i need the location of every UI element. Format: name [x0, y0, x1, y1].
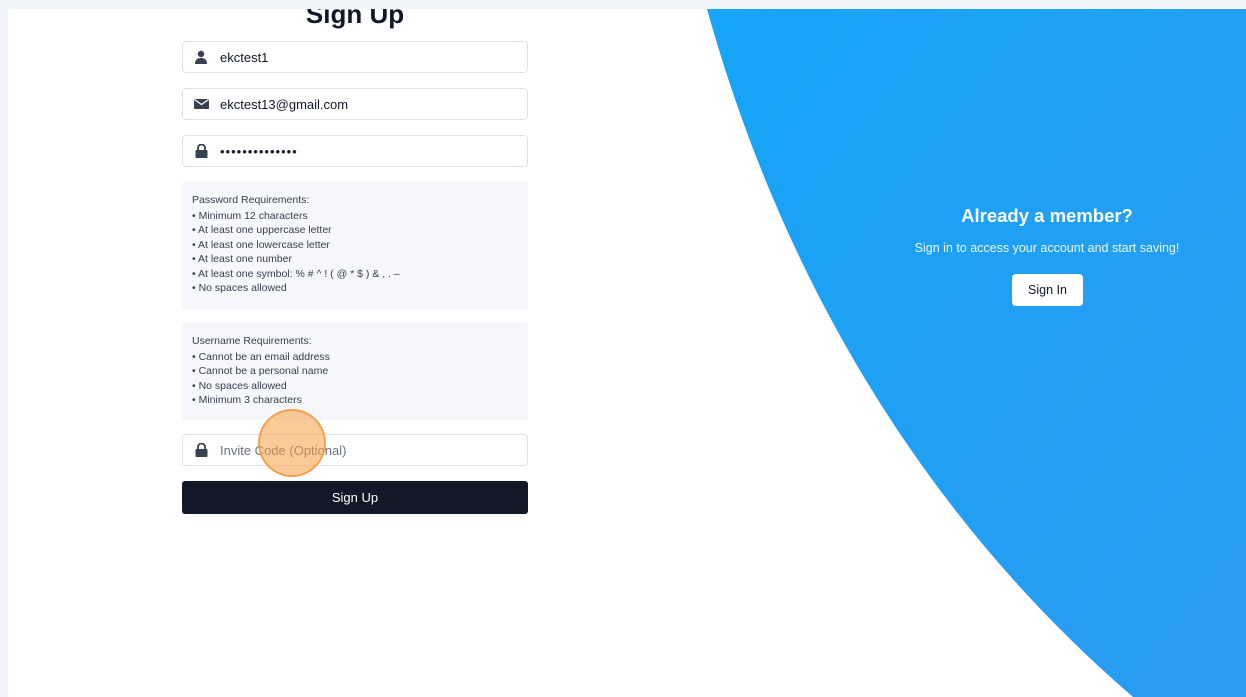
- requirement-item: • At least one lowercase letter: [192, 238, 330, 251]
- invite-code-field[interactable]: Invite Code (Optional): [182, 434, 528, 466]
- email-value: ekctest13@gmail.com: [220, 96, 349, 112]
- envelope-icon: [193, 96, 209, 112]
- requirement-item: • At least one symbol: % # ^ ! ( @ * $ )…: [192, 267, 400, 280]
- requirement-item: • At least one number: [192, 253, 292, 265]
- password-requirements-title: Password Requirements:: [192, 194, 310, 206]
- requirement-item: • No spaces allowed: [192, 379, 287, 392]
- username-value: ekctest1: [220, 49, 269, 65]
- requirement-item: • Cannot be a personal name: [192, 365, 329, 377]
- cta-subtext: Sign in to access your account and start…: [914, 241, 1180, 255]
- requirement-item: • No spaces allowed: [192, 282, 287, 294]
- username-field[interactable]: ekctest1: [182, 41, 528, 73]
- username-requirements: Username Requirements: • Cannot be an em…: [182, 322, 528, 420]
- sign-up-button[interactable]: Sign Up: [182, 481, 528, 514]
- sign-in-button[interactable]: Sign In: [1012, 274, 1083, 306]
- signup-page: Sign Up ekctest1 ekctest13@gmail.com •••…: [8, 9, 1246, 697]
- lock-icon: [193, 442, 209, 458]
- lock-icon: [193, 143, 209, 159]
- page-title: Sign Up: [305, 9, 405, 29]
- requirement-item: • At least one uppercase letter: [192, 224, 332, 236]
- requirement-item: • Minimum 3 characters: [192, 394, 302, 406]
- cta-heading: Already a member?: [961, 205, 1133, 226]
- requirement-item: • Minimum 12 characters: [192, 209, 308, 222]
- password-value: ••••••••••••••: [220, 143, 298, 159]
- password-requirements: Password Requirements: • Minimum 12 char…: [182, 181, 528, 309]
- password-field[interactable]: ••••••••••••••: [182, 135, 528, 167]
- user-icon: [193, 49, 209, 65]
- requirement-item: • Cannot be an email address: [192, 350, 330, 363]
- email-field[interactable]: ekctest13@gmail.com: [182, 88, 528, 120]
- username-requirements-title: Username Requirements:: [192, 335, 312, 347]
- click-indicator: [258, 409, 326, 477]
